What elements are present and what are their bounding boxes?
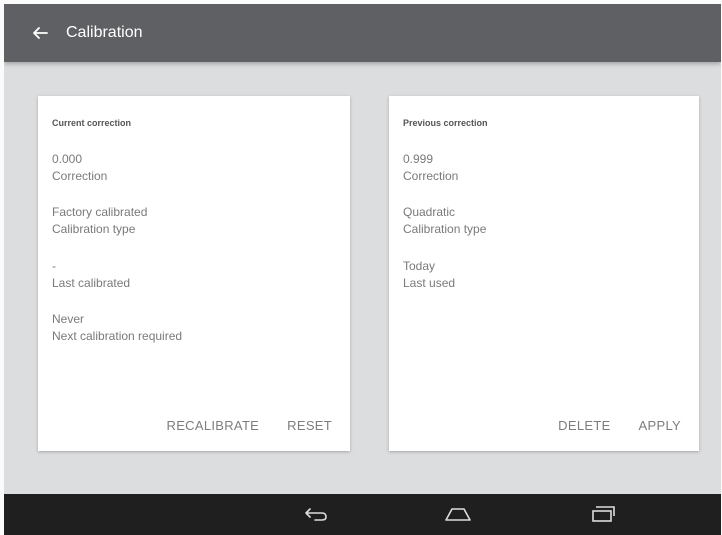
nav-home-button[interactable] [438, 500, 478, 528]
back-icon [305, 508, 327, 521]
card-title: Current correction [52, 118, 132, 128]
correction-field: 0.000 Correction [52, 151, 107, 185]
next-calibration-value: Never [52, 312, 85, 326]
correction-field: 0.999 Correction [403, 151, 458, 185]
last-used-value: Today [403, 259, 436, 273]
arrow-left-icon [33, 27, 48, 39]
nav-back-button[interactable] [296, 500, 336, 528]
correction-value: 0.000 [52, 152, 83, 166]
correction-value: 0.999 [403, 152, 434, 166]
screen: Calibration Current correction 0.000 Cor… [4, 4, 721, 535]
next-calibration-field: Never Next calibration required [52, 311, 182, 345]
back-button[interactable] [20, 13, 60, 53]
reset-button[interactable]: RESET [287, 418, 332, 433]
home-icon [445, 508, 471, 521]
calibration-type-value: Factory calibrated [52, 205, 148, 219]
last-calibrated-label: Last calibrated [52, 276, 131, 290]
card-title: Previous correction [403, 118, 488, 128]
apply-button[interactable]: APPLY [639, 418, 681, 433]
next-calibration-label: Next calibration required [52, 329, 183, 343]
card-actions: DELETE APPLY [558, 418, 681, 433]
recents-icon [592, 506, 615, 522]
delete-button[interactable]: DELETE [558, 418, 610, 433]
last-calibrated-value: - [52, 259, 56, 273]
last-calibrated-field: - Last calibrated [52, 258, 130, 292]
system-nav-bar [4, 494, 721, 535]
calibration-type-field: Factory calibrated Calibration type [52, 204, 147, 238]
calibration-type-label: Calibration type [52, 222, 136, 236]
calibration-type-field: Quadratic Calibration type [403, 204, 486, 238]
correction-label: Correction [403, 169, 459, 183]
card-actions: RECALIBRATE RESET [167, 418, 332, 433]
app-bar: Calibration [4, 4, 721, 62]
nav-recents-button[interactable] [584, 500, 624, 528]
correction-label: Correction [52, 169, 108, 183]
current-correction-card: Current correction 0.000 Correction Fact… [38, 96, 350, 451]
calibration-type-label: Calibration type [403, 222, 487, 236]
last-used-label: Last used [403, 276, 456, 290]
recalibrate-button[interactable]: RECALIBRATE [167, 418, 260, 433]
calibration-type-value: Quadratic [403, 205, 456, 219]
last-used-field: Today Last used [403, 258, 455, 292]
page-title: Calibration [66, 24, 143, 41]
previous-correction-card: Previous correction 0.999 Correction Qua… [389, 96, 699, 451]
